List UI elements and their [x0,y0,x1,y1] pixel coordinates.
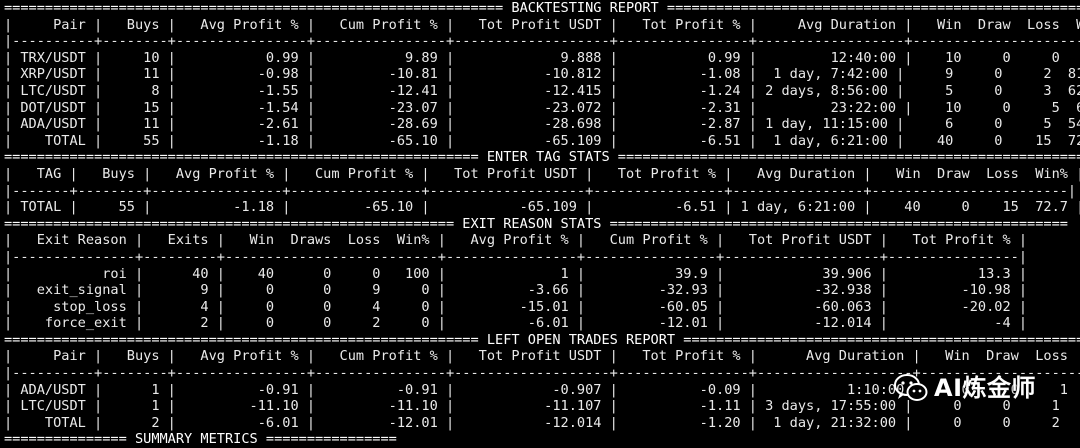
table-row: | force_exit | 2 | 0 0 2 0 | -6.01 | -12… [4,315,1028,332]
table-row: | exit_signal | 9 | 0 0 9 0 | -3.66 | -3… [4,282,1028,299]
watermark: AI炼金师 [894,368,1076,408]
backtesting-table-separator: |----------+--------+----------------+--… [4,33,1080,50]
enter-tag-stats-header: ========================================… [4,149,1080,166]
table-row: | roi | 40 | 40 0 0 100 | 1 | 39.9 | 39.… [4,265,1028,282]
backtesting-table-header: | Pair | Buys | Avg Profit % | Cum Profi… [4,16,1080,33]
table-row: | TRX/USDT | 10 | 0.99 | 9.89 | 9.888 | … [4,49,1080,66]
summary-metrics-header: =============== SUMMARY METRICS ========… [4,431,397,448]
table-row: | stop_loss | 4 | 0 0 4 0 | -15.01 | -60… [4,298,1028,315]
exit-reason-stats-header: ========================================… [4,215,1068,232]
left-open-trades-header: ========================================… [4,331,1080,348]
backtesting-report-header: ========================================… [4,0,1080,16]
exit-reason-table-separator: |---------------+---------+-------------… [4,248,1028,265]
enter-tag-table-header: | TAG | Buys | Avg Profit % | Cum Profit… [4,165,1080,182]
enter-tag-table-separator: |-------+--------+----------------+-----… [4,182,1077,199]
terminal-output: ========================================… [0,0,1080,447]
table-total-row: | TOTAL | 55 | -1.18 | -65.10 | -65.109 … [4,132,1080,149]
watermark-text: AI炼金师 [934,373,1037,402]
wechat-icon [894,373,928,403]
exit-reason-table-header: | Exit Reason | Exits | Win Draws Loss W… [4,232,1028,249]
table-row: | DOT/USDT | 15 | -1.54 | -23.07 | -23.0… [4,99,1080,116]
table-total-row: | TOTAL | 2 | -6.01 | -12.01 | -12.014 |… [4,414,1080,431]
table-row: | XRP/USDT | 11 | -0.98 | -10.81 | -10.8… [4,66,1080,83]
table-row: | ADA/USDT | 11 | -2.61 | -28.69 | -28.6… [4,116,1080,133]
table-total-row: | TOTAL | 55 | -1.18 | -65.10 | -65.109 … [4,199,1080,216]
table-row: | LTC/USDT | 8 | -1.55 | -12.41 | -12.41… [4,82,1080,99]
left-open-table-header: | Pair | Buys | Avg Profit % | Cum Profi… [4,348,1080,365]
